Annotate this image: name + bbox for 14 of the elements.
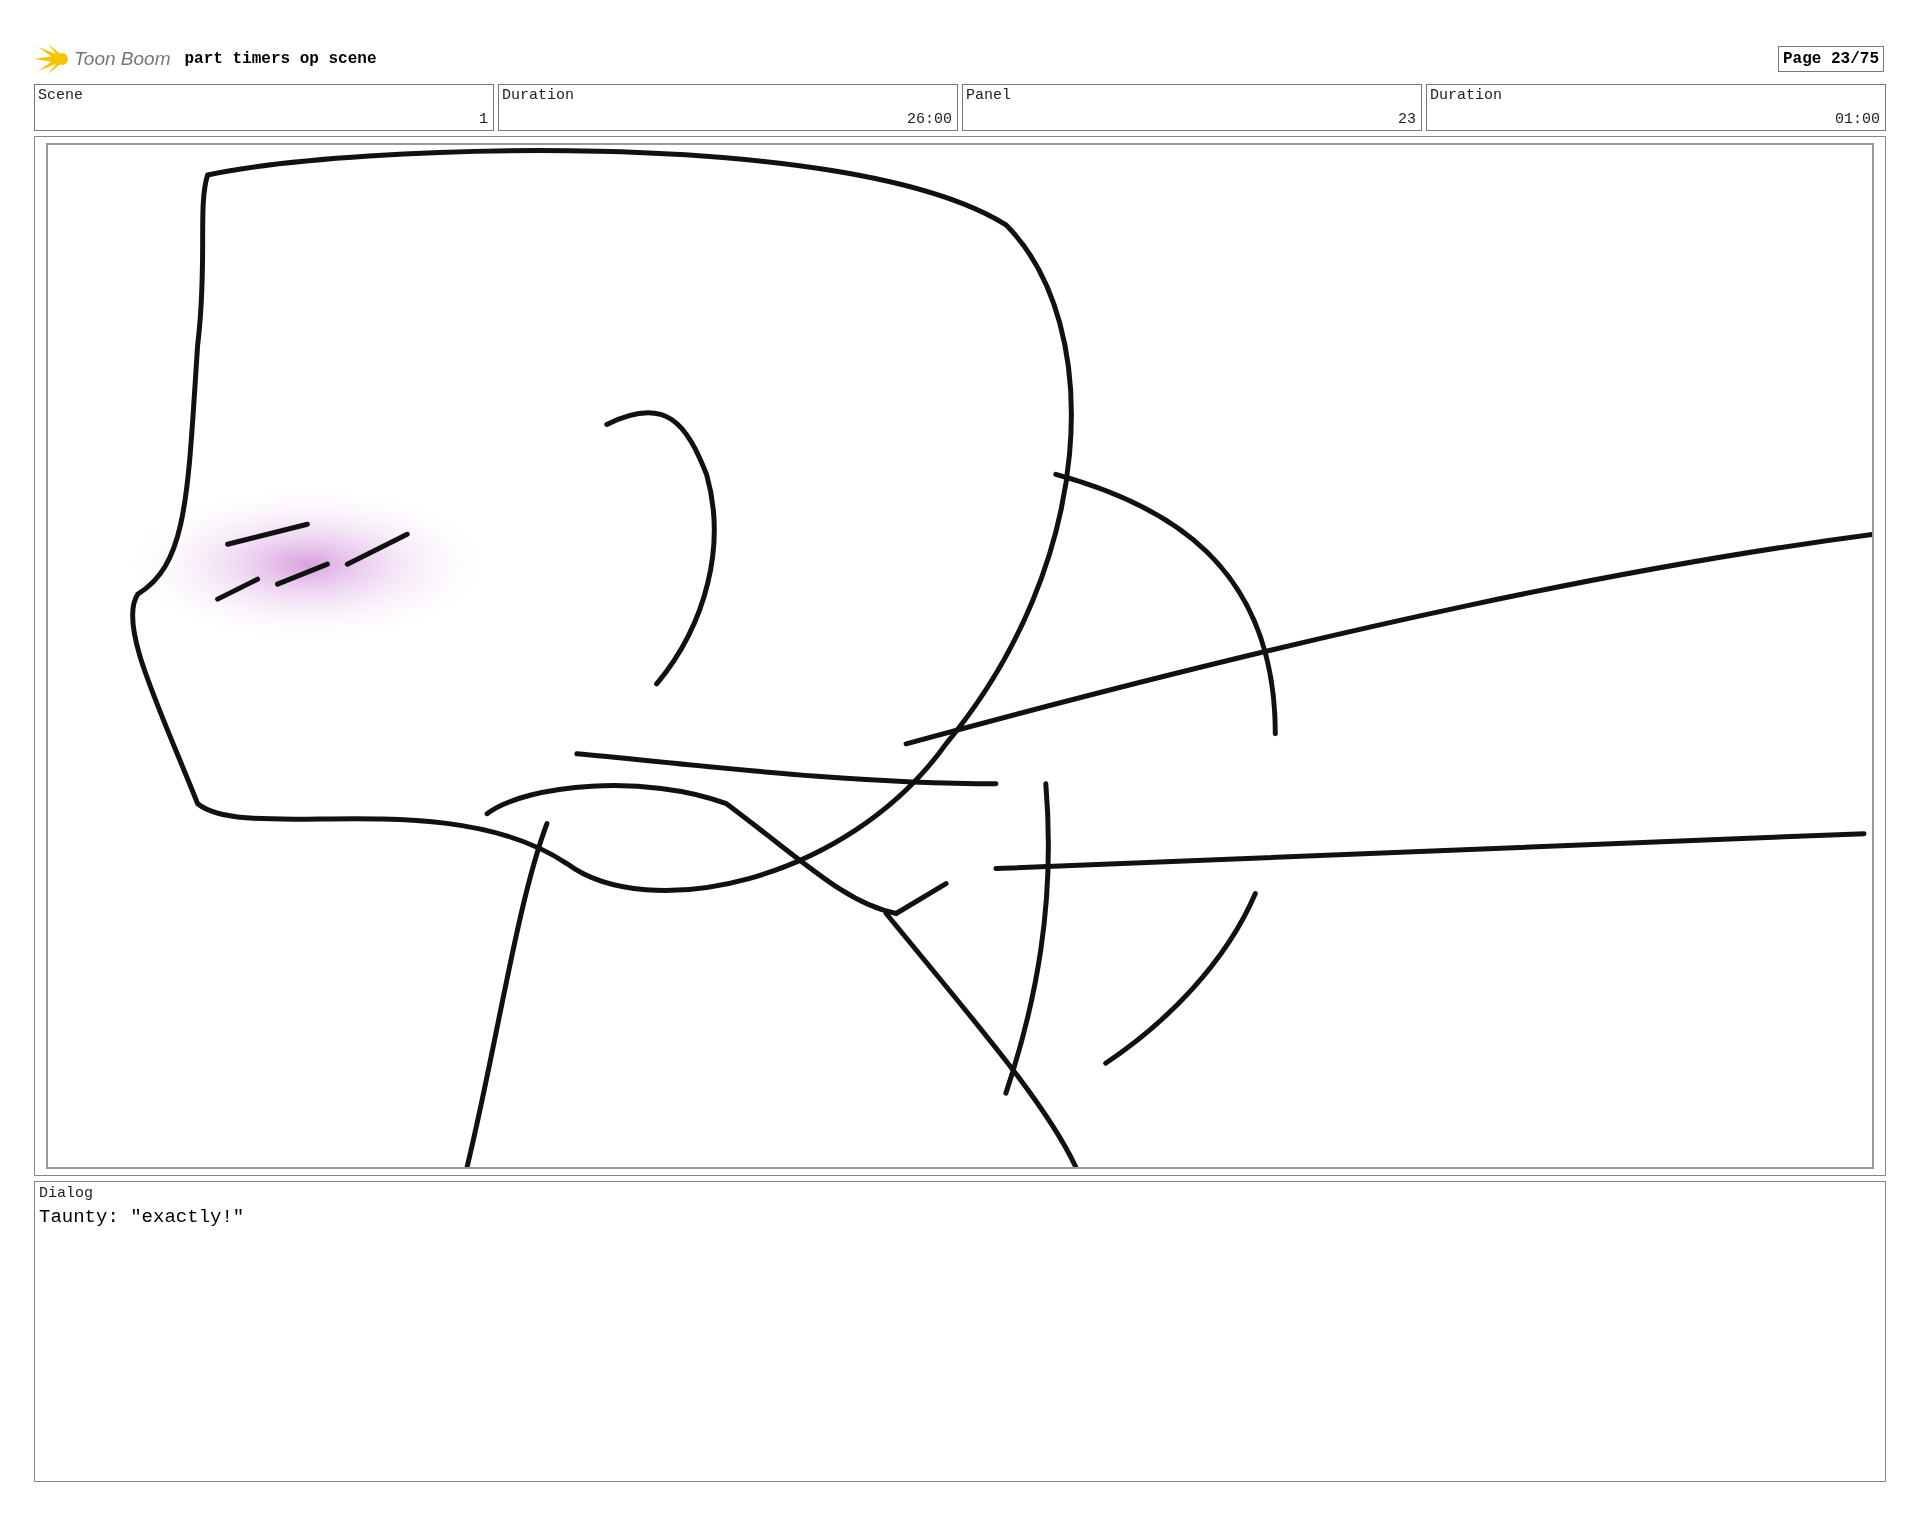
dialog-text: Taunty: "exactly!": [39, 1206, 245, 1228]
field-label: Duration: [502, 87, 574, 104]
starburst-icon: [34, 44, 70, 74]
field-value: 01:00: [1835, 111, 1880, 128]
field-value: 23: [1398, 111, 1416, 128]
logo-text: Toon Boom: [74, 48, 171, 70]
field-label: Duration: [1430, 87, 1502, 104]
page-number: Page 23/75: [1778, 46, 1884, 72]
field-value: 1: [479, 111, 488, 128]
field-label: Scene: [38, 87, 83, 104]
dialog-label: Dialog: [39, 1185, 93, 1202]
field-value: 26:00: [907, 111, 952, 128]
storyboard-title: part timers op scene: [184, 50, 377, 68]
field-label: Panel: [966, 87, 1011, 104]
